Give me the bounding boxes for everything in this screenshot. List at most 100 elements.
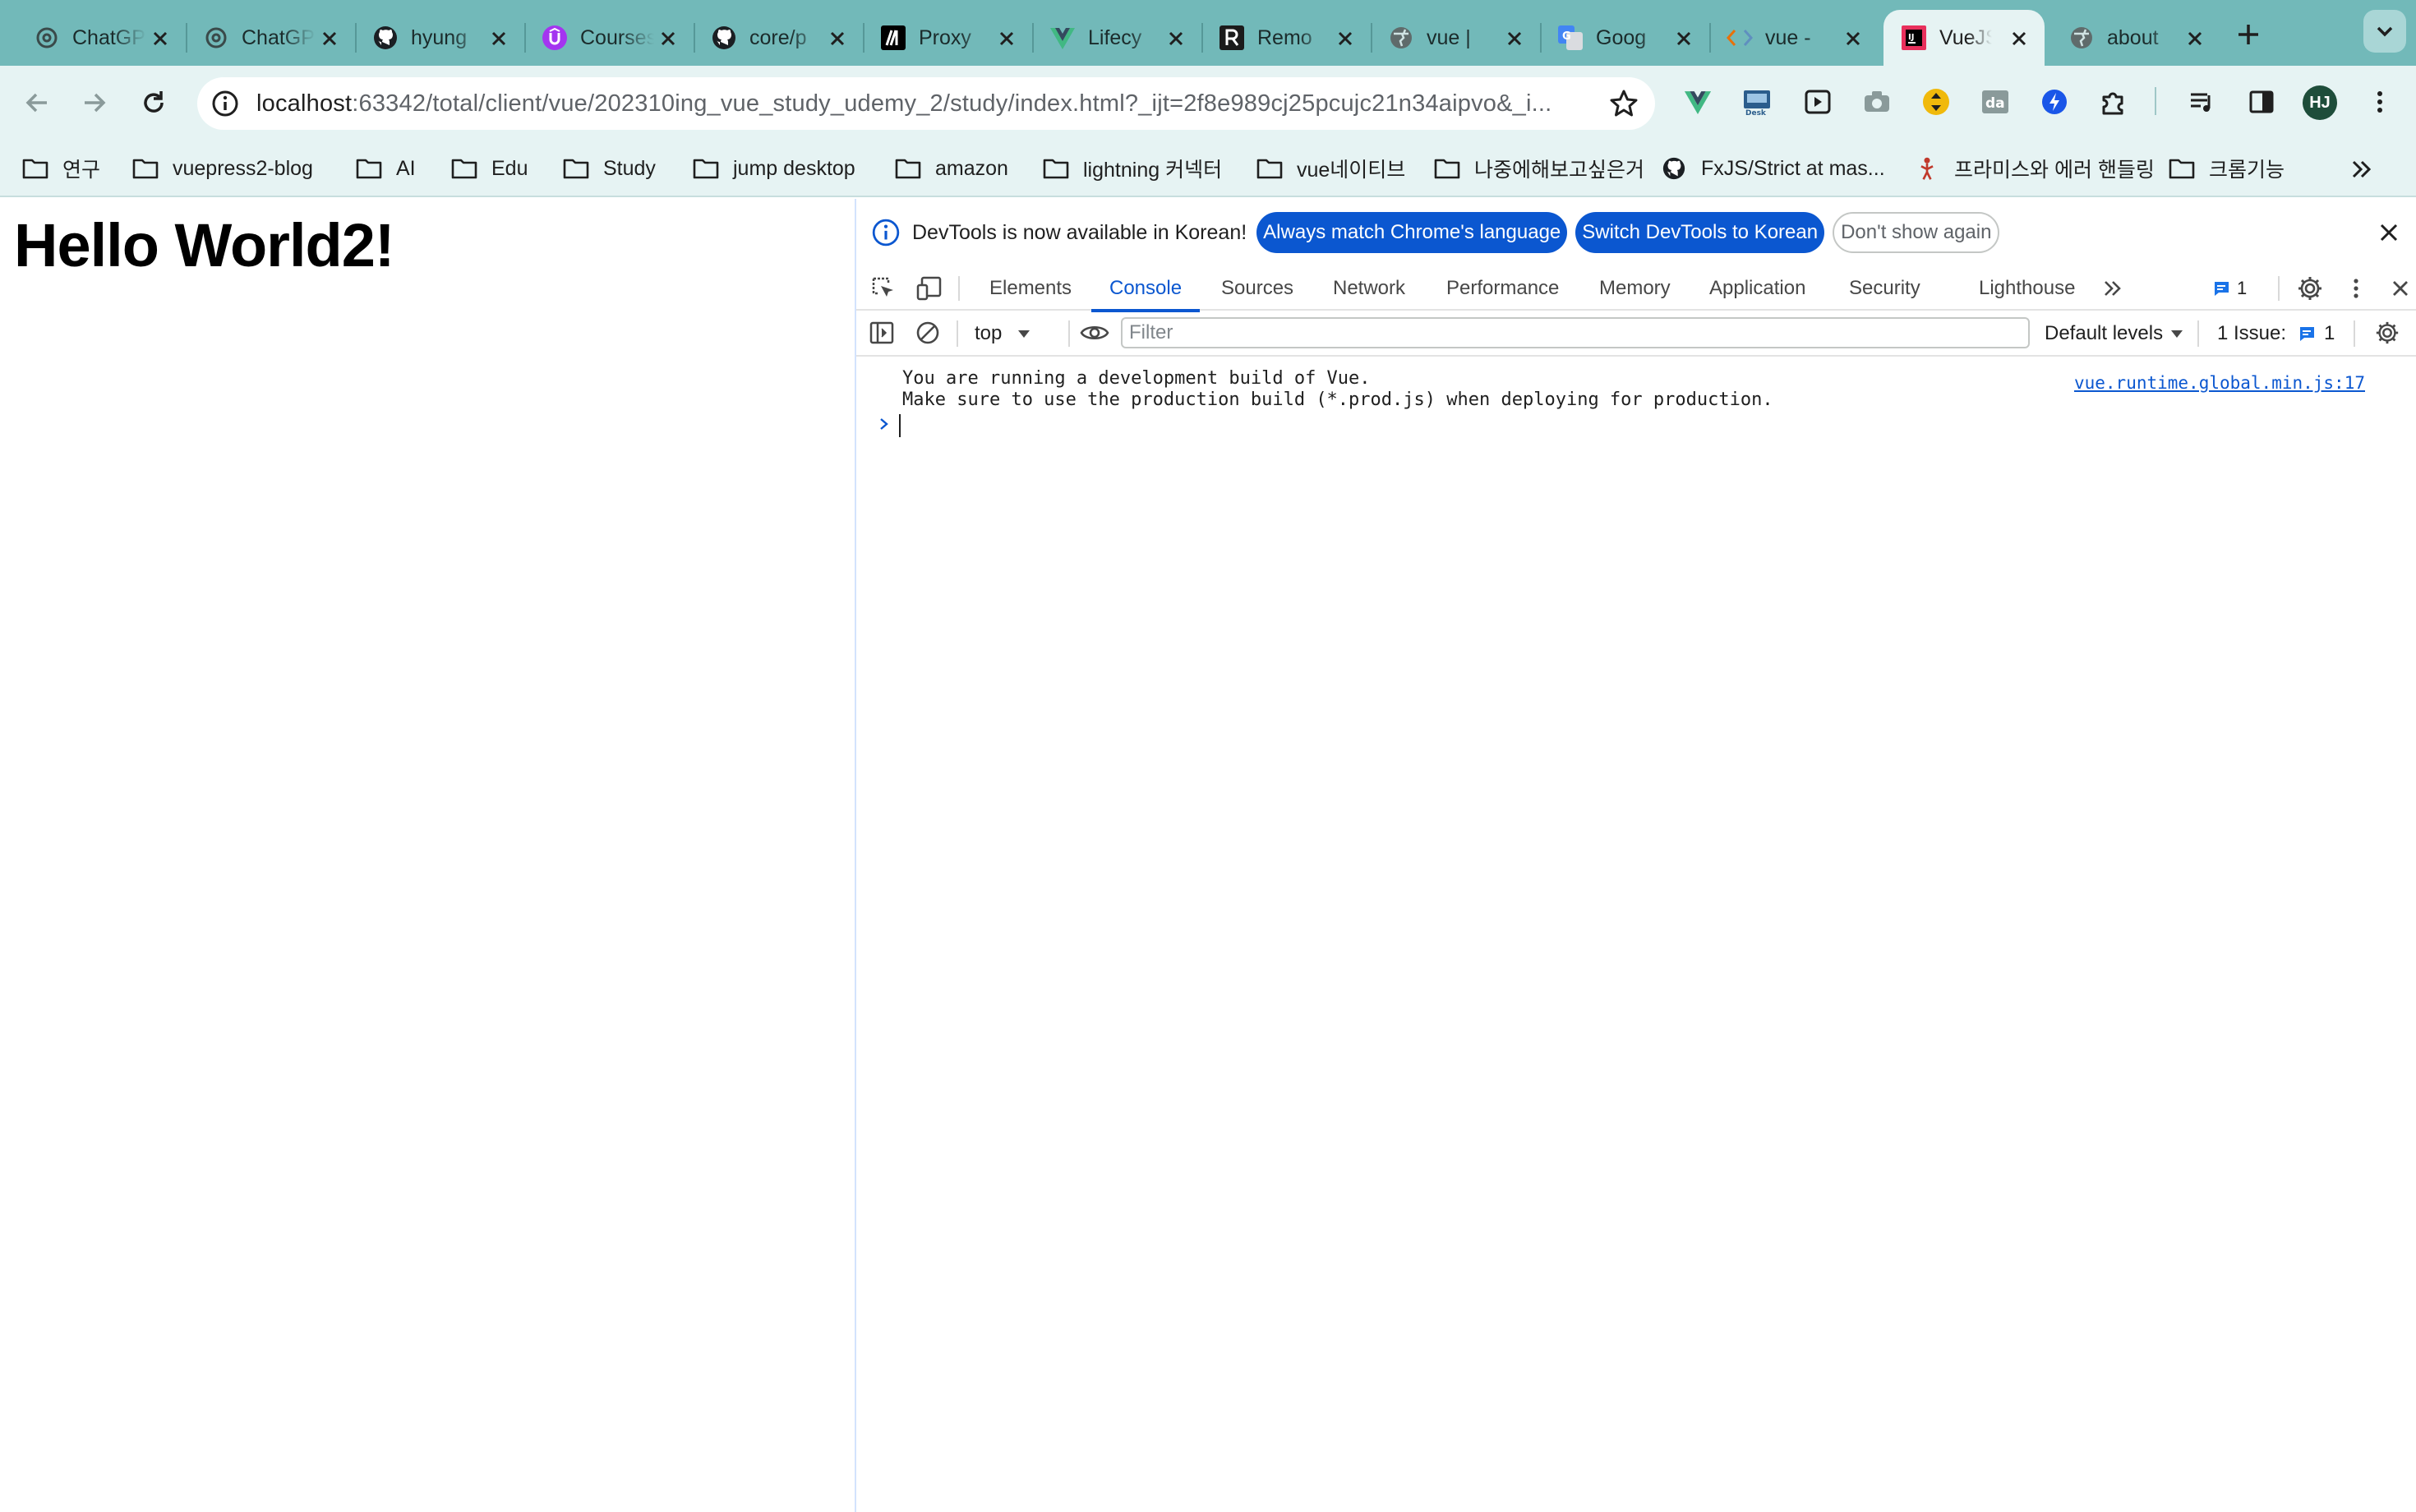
close-tab-icon[interactable] <box>1504 28 1525 49</box>
browser-tab[interactable]: vue | <box>1371 10 1542 66</box>
console-input-caret[interactable] <box>899 414 901 437</box>
tab-security[interactable]: Security <box>1849 266 1920 311</box>
clear-console-icon[interactable] <box>914 319 942 347</box>
side-panel-icon[interactable] <box>2245 85 2278 118</box>
chrome-menu-kebab-icon[interactable] <box>2363 85 2396 118</box>
console-source-link[interactable]: vue.runtime.global.min.js:17 <box>2074 373 2365 393</box>
console-filter-input[interactable] <box>1121 317 2030 348</box>
bookmark-item[interactable]: 나중에해보고싶은거 <box>1433 153 1644 184</box>
issue-message-icon <box>2214 282 2229 296</box>
new-tab-plus-icon[interactable] <box>2232 18 2265 51</box>
device-toolbar-icon[interactable] <box>915 274 943 302</box>
console-sidebar-toggle-icon[interactable] <box>868 319 896 347</box>
close-tab-icon[interactable] <box>150 28 171 49</box>
tab-lighthouse[interactable]: Lighthouse <box>1979 266 2075 311</box>
folder-icon <box>693 159 719 179</box>
camera-extension-icon[interactable] <box>1860 85 1893 118</box>
tab-sources[interactable]: Sources <box>1221 266 1293 311</box>
bookmark-item[interactable]: amazon <box>894 153 1008 184</box>
close-devtools-icon[interactable] <box>2386 274 2414 302</box>
close-tab-icon[interactable] <box>657 28 679 49</box>
more-tabs-chevron-icon[interactable] <box>2099 274 2127 302</box>
close-tab-icon[interactable] <box>827 28 848 49</box>
browser-tab[interactable]: about <box>2051 10 2220 66</box>
bookmark-item[interactable]: Study <box>562 153 656 184</box>
bookmark-item[interactable]: vue네이티브 <box>1256 153 1405 184</box>
forward-arrow-icon[interactable] <box>76 84 113 122</box>
vue-devtools-extension-icon[interactable] <box>1681 85 1714 118</box>
tab-search-chevron-icon[interactable] <box>2363 10 2406 53</box>
close-tab-icon[interactable] <box>488 28 509 49</box>
browser-tab[interactable]: Proxy <box>863 10 1034 66</box>
da-extension-icon[interactable]: da <box>1979 85 2012 118</box>
close-tab-icon[interactable] <box>2008 28 2030 49</box>
browser-tab[interactable]: ChatGPT <box>186 10 357 66</box>
close-tab-icon[interactable] <box>319 28 340 49</box>
more-bookmarks-chevron-icon[interactable] <box>2347 154 2377 184</box>
extensions-puzzle-icon[interactable] <box>2097 85 2130 118</box>
devtools-panel: DevTools is now available in Korean! Alw… <box>855 199 2416 1512</box>
inspect-element-icon[interactable] <box>869 274 897 302</box>
console-toolbar-divider <box>1068 320 1070 347</box>
close-infobar-icon[interactable] <box>2375 219 2403 247</box>
bookmark-item[interactable]: 크롬기능 <box>2168 153 2285 184</box>
bookmark-item[interactable]: Edu <box>450 153 528 184</box>
dont-show-again-button[interactable]: Don't show again <box>1833 212 2000 253</box>
browser-tab[interactable]: vue - <box>1709 10 1879 66</box>
globe-icon <box>2068 24 2096 52</box>
site-info-icon[interactable] <box>209 87 242 120</box>
issues-badge[interactable]: 1 <box>2212 274 2262 302</box>
binance-wallet-extension-icon[interactable] <box>1920 85 1953 118</box>
browser-tab[interactable]: Courses <box>524 10 695 66</box>
context-selector[interactable]: top <box>975 319 1031 348</box>
console-issues-button[interactable]: 1 Issue: 1 <box>2217 319 2335 348</box>
tab-performance[interactable]: Performance <box>1446 266 1559 311</box>
media-queue-icon[interactable] <box>2186 85 2219 118</box>
log-levels-dropdown[interactable]: Default levels <box>2045 319 2184 348</box>
tab-application[interactable]: Application <box>1709 266 1805 311</box>
media-player-extension-icon[interactable] <box>1801 85 1834 118</box>
reload-icon[interactable] <box>135 84 173 122</box>
live-expression-eye-icon[interactable] <box>1078 319 1111 347</box>
browser-tab-active[interactable]: IJ VueJS <box>1883 10 2045 66</box>
bookmark-item[interactable]: FxJS/Strict at mas... <box>1660 153 1885 184</box>
browser-tab[interactable]: ChatGPT <box>16 10 187 66</box>
close-tab-icon[interactable] <box>2184 28 2206 49</box>
tab-title: hyung <box>411 25 468 49</box>
close-tab-icon[interactable] <box>1673 28 1694 49</box>
tab-title: vue - <box>1765 25 1811 49</box>
browser-tab[interactable]: Remo <box>1201 10 1372 66</box>
switch-to-korean-button[interactable]: Switch DevTools to Korean <box>1575 212 1825 253</box>
tab-console[interactable]: Console <box>1090 266 1201 312</box>
devtools-menu-kebab-icon[interactable] <box>2342 274 2370 302</box>
bookmark-label: Study <box>603 156 656 180</box>
bookmark-item[interactable]: 프라미스와 에러 핸들링 <box>1913 153 2155 184</box>
console-settings-gear-icon[interactable] <box>2373 319 2401 347</box>
bookmark-item[interactable]: vuepress2-blog <box>131 153 313 184</box>
back-arrow-icon[interactable] <box>18 84 56 122</box>
settings-gear-icon[interactable] <box>2296 274 2324 302</box>
close-tab-icon[interactable] <box>1165 28 1187 49</box>
tab-elements[interactable]: Elements <box>989 266 1072 311</box>
bolt-extension-icon[interactable] <box>2038 85 2071 118</box>
browser-tab[interactable]: G Goog <box>1540 10 1711 66</box>
browser-tab[interactable]: hyung <box>355 10 526 66</box>
tab-memory[interactable]: Memory <box>1599 266 1671 311</box>
bookmark-item[interactable]: 연구 <box>21 153 100 184</box>
console-message-line: You are running a development build of V… <box>902 368 1371 389</box>
bookmark-item[interactable]: jump desktop <box>692 153 855 184</box>
close-tab-icon[interactable] <box>1842 28 1864 49</box>
url-text[interactable]: localhost:63342/total/client/vue/202310i… <box>256 90 1579 118</box>
profile-avatar[interactable]: HJ <box>2303 85 2337 120</box>
address-bar[interactable]: localhost:63342/total/client/vue/202310i… <box>197 77 1655 130</box>
bookmark-item[interactable]: lightning 커넥터 <box>1042 153 1222 184</box>
browser-tab[interactable]: Lifecy <box>1032 10 1203 66</box>
close-tab-icon[interactable] <box>996 28 1017 49</box>
bookmark-item[interactable]: AI <box>355 153 416 184</box>
bookmark-star-icon[interactable] <box>1609 89 1639 118</box>
close-tab-icon[interactable] <box>1335 28 1356 49</box>
jump-desktop-extension-icon[interactable]: Desk <box>1741 85 1773 118</box>
always-match-language-button[interactable]: Always match Chrome's language <box>1256 212 1568 253</box>
browser-tab[interactable]: core/p <box>694 10 865 66</box>
tab-network[interactable]: Network <box>1333 266 1405 311</box>
